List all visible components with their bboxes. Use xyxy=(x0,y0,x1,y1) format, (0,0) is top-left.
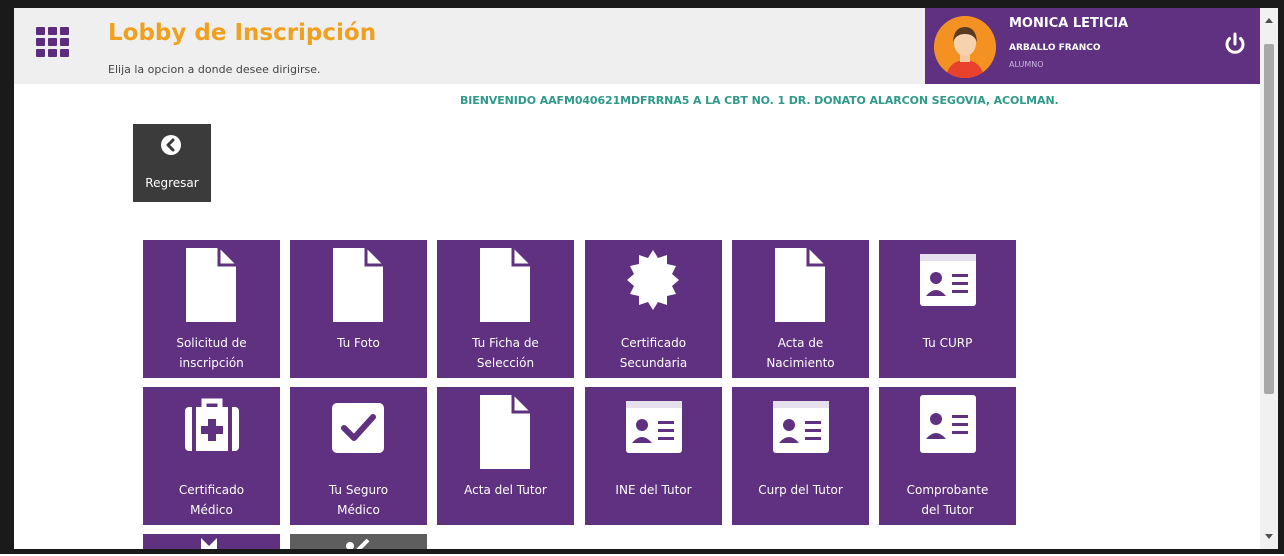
window-frame-bottom xyxy=(0,549,1284,554)
medical-kit-icon xyxy=(185,398,239,451)
window-frame-right xyxy=(1278,0,1284,554)
tile-seguro-medico[interactable]: Tu Seguro Médico xyxy=(290,387,427,525)
id-card-icon xyxy=(773,401,829,453)
tile-tu-curp[interactable]: Tu CURP xyxy=(879,240,1016,378)
chevron-left-icon xyxy=(160,134,182,156)
scrollbar[interactable] xyxy=(1260,8,1278,549)
tile-certificado-secundaria[interactable]: Certificado Secundaria xyxy=(585,240,722,378)
tile-ine-tutor[interactable]: INE del Tutor xyxy=(585,387,722,525)
scrollbar-thumb[interactable] xyxy=(1264,44,1274,394)
tile-solicitud-inscripcion[interactable]: Solicitud de inscripción xyxy=(143,240,280,378)
id-card-icon xyxy=(920,395,976,453)
id-card-icon xyxy=(626,401,682,453)
tile-label: Certificado Secundaria xyxy=(619,336,688,370)
tile-curp-tutor[interactable]: Curp del Tutor xyxy=(732,387,869,525)
tile-label: Tu Seguro Médico xyxy=(328,483,389,517)
welcome-message: BIENVENIDO AAFM040621MDFRRNA5 A LA CBT N… xyxy=(460,94,1059,107)
back-button-label: Regresar xyxy=(145,176,199,190)
tile-label: Comprobante del Tutor xyxy=(906,483,989,517)
certificate-seal-icon xyxy=(627,250,679,310)
tile-label: Curp del Tutor xyxy=(758,483,843,497)
page-subtitle: Elija la opcion a donde desee dirigirse. xyxy=(108,63,321,76)
page-title: Lobby de Inscripción xyxy=(108,20,377,46)
tile-label: Acta de Nacimiento xyxy=(766,336,835,370)
checkbox-icon xyxy=(332,403,384,453)
grid-menu-icon[interactable] xyxy=(36,27,70,57)
tile-label: Solicitud de inscripción xyxy=(176,336,247,370)
tile-label: INE del Tutor xyxy=(615,483,692,497)
tile-label: Tu CURP xyxy=(922,336,973,350)
user-name: MONICA LETICIA xyxy=(1009,16,1129,31)
power-icon[interactable] xyxy=(1221,30,1249,58)
document-icon xyxy=(333,248,383,322)
tile-label: Tu Foto xyxy=(337,336,380,350)
document-icon xyxy=(775,248,825,322)
window-frame-top xyxy=(0,0,1284,8)
document-icon xyxy=(480,395,530,469)
tile-acta-tutor[interactable]: Acta del Tutor xyxy=(437,387,574,525)
id-card-icon xyxy=(920,254,976,306)
header: Lobby de Inscripción Elija la opcion a d… xyxy=(14,8,1260,84)
document-icon xyxy=(186,248,236,322)
tile-certificado-medico[interactable]: Certificado Médico xyxy=(143,387,280,525)
user-last-name: ARBALLO FRANCO xyxy=(1009,43,1101,53)
tile-label: Acta del Tutor xyxy=(464,483,547,497)
tile-ficha-seleccion[interactable]: Tu Ficha de Selección xyxy=(437,240,574,378)
tile-label: Certificado Médico xyxy=(178,483,245,517)
user-role: ALUMNO xyxy=(1009,60,1044,69)
back-button[interactable]: Regresar xyxy=(133,124,211,202)
scroll-down-arrow-icon[interactable] xyxy=(1265,534,1273,539)
avatar xyxy=(934,16,996,78)
tile-tu-foto[interactable]: Tu Foto xyxy=(290,240,427,378)
scroll-up-arrow-icon[interactable] xyxy=(1265,18,1273,23)
window-frame-left xyxy=(0,0,14,554)
tile-label: Tu Ficha de Selección xyxy=(472,336,539,370)
user-panel: MONICA LETICIA ARBALLO FRANCO ALUMNO xyxy=(925,8,1260,84)
document-icon xyxy=(480,248,530,322)
tile-acta-nacimiento[interactable]: Acta de Nacimiento xyxy=(732,240,869,378)
tile-comprobante-tutor[interactable]: Comprobante del Tutor xyxy=(879,387,1016,525)
